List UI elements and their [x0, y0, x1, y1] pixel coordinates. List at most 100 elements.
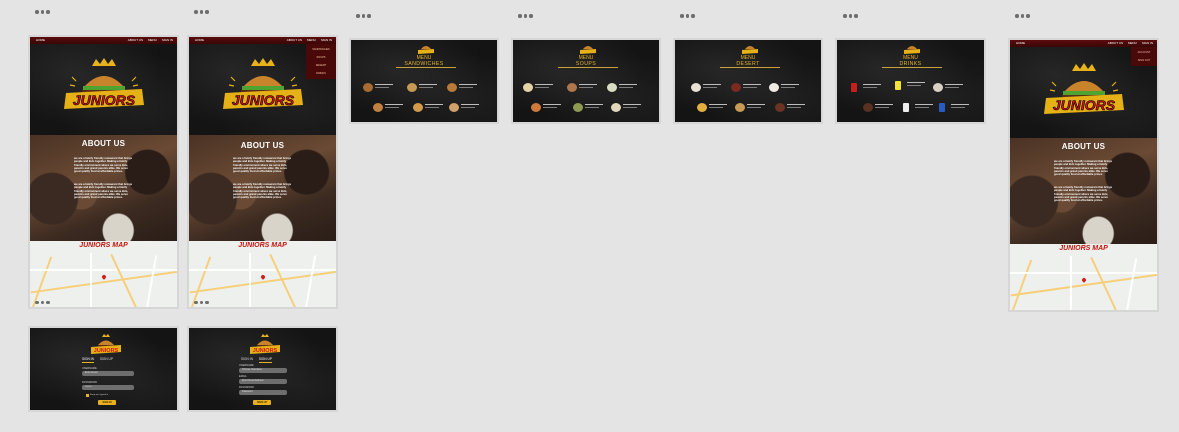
about-section: ABOUT US we are a family friendly restau… — [189, 135, 336, 241]
artboard-menu-drinks[interactable]: MENU DRINKS — [835, 38, 986, 124]
about-paragraph-2: we are a family friendly restaurant that… — [74, 183, 133, 200]
artboard-menu-icon[interactable] — [518, 14, 533, 18]
artboard-menu-icon[interactable] — [35, 10, 50, 14]
tab-sign-up[interactable]: SIGN UP — [258, 357, 272, 363]
artboard-menu-desert[interactable]: MENU DESERT — [673, 38, 823, 124]
menu-item[interactable] — [731, 82, 771, 94]
brand-name: JUNIORS — [1053, 97, 1116, 113]
nav-signin-link[interactable]: SIGN IN — [162, 37, 173, 44]
map-title: JUNIORS MAP — [1059, 245, 1108, 252]
menu-item[interactable] — [895, 80, 935, 92]
menu-item[interactable] — [863, 102, 903, 114]
menu-item[interactable] — [933, 82, 973, 94]
nav-menu-link[interactable]: MENU — [148, 37, 157, 44]
nav-about-link[interactable]: ABOUT US — [1108, 40, 1123, 47]
map-pin-icon[interactable] — [1081, 277, 1087, 283]
dropdown-item-desert[interactable]: DESERT — [316, 64, 326, 67]
email-label: EMAIL — [239, 375, 247, 378]
menu-item[interactable] — [363, 82, 403, 94]
dropdown-item-soups[interactable]: SOUPS — [316, 56, 325, 59]
menu-item[interactable] — [447, 82, 487, 94]
menu-item[interactable] — [373, 102, 413, 114]
more-dots-icon[interactable] — [35, 300, 50, 304]
menu-item[interactable] — [573, 102, 613, 114]
brand-name: JUNIORS — [94, 348, 119, 354]
menu-item[interactable] — [851, 82, 891, 94]
map-pin-icon[interactable] — [260, 274, 266, 280]
menu-item[interactable] — [691, 82, 731, 94]
about-title: ABOUT US — [240, 141, 285, 150]
about-title: ABOUT US — [81, 139, 126, 148]
artboard-menu-icon[interactable] — [843, 14, 858, 18]
dropdown-item-sandwiches[interactable]: SANDWICHES — [312, 48, 330, 51]
nav-signin-link[interactable]: SIGN IN — [1142, 40, 1153, 47]
artboard-menu-icon[interactable] — [1015, 14, 1030, 18]
menu-item[interactable] — [449, 102, 489, 114]
password-field[interactable]: Password — [239, 390, 287, 395]
map-section[interactable]: JUNIORS MAP — [189, 241, 336, 307]
artboard-sign-up[interactable]: JUNIORS SIGN IN SIGN UP USERNAME Choose … — [187, 326, 338, 412]
map-pin-icon[interactable] — [101, 274, 107, 280]
menu-item[interactable] — [697, 102, 737, 114]
about-paragraph-1: we are a family friendly restaurant that… — [233, 157, 292, 174]
artboard-menu-icon[interactable] — [680, 14, 695, 18]
nav-menu-link[interactable]: MENU — [1128, 40, 1137, 47]
more-dots-icon[interactable] — [194, 300, 209, 304]
menu-item[interactable] — [939, 102, 979, 114]
artboard-home[interactable]: HOME ABOUT US MENU SIGN IN JUNIORS ABOUT… — [28, 35, 179, 309]
hero-section: HOME ABOUT US MENU SIGN IN SANDWICHES SO… — [189, 37, 336, 135]
nav-home-link[interactable]: HOME — [1016, 40, 1025, 47]
menu-item[interactable] — [567, 82, 607, 94]
tab-sign-in[interactable]: SIGN IN — [241, 357, 253, 363]
menu-item[interactable] — [413, 102, 453, 114]
menu-item[interactable] — [769, 82, 809, 94]
artboard-menu-sandwiches[interactable]: MENU SANDWICHES — [349, 38, 499, 124]
nav-about-link[interactable]: ABOUT US — [287, 37, 302, 44]
dropdown-item-account[interactable]: ACCOUNT — [1138, 51, 1151, 54]
site-navbar: HOME ABOUT US MENU SIGN IN — [30, 37, 177, 44]
nav-menu-link[interactable]: MENU — [307, 37, 316, 44]
menu-item[interactable] — [903, 102, 943, 114]
remember-checkbox[interactable] — [86, 394, 89, 397]
password-label: PASSWORD — [239, 386, 254, 389]
password-field[interactable]: •••••••• — [82, 385, 134, 390]
sign-in-button[interactable]: SIGN IN — [98, 400, 116, 405]
nav-signin-link[interactable]: SIGN IN — [321, 37, 332, 44]
map-title: JUNIORS MAP — [238, 242, 287, 249]
about-section: ABOUT US we are a family friendly restau… — [30, 135, 177, 241]
tab-sign-up[interactable]: SIGN UP — [100, 357, 113, 363]
username-field[interactable]: Choose Username — [239, 368, 287, 373]
artboard-menu-icon[interactable] — [194, 10, 209, 14]
nav-about-link[interactable]: ABOUT US — [128, 37, 143, 44]
juniors-logo: JUNIORS — [223, 58, 303, 109]
brand-name: JUNIORS — [232, 92, 295, 108]
email-field[interactable]: Enter Email Address — [239, 379, 287, 384]
mini-logo-icon — [580, 46, 596, 54]
menu-item[interactable] — [407, 82, 447, 94]
menu-item[interactable] — [735, 102, 775, 114]
mini-logo-icon — [904, 46, 920, 54]
menu-item[interactable] — [523, 82, 563, 94]
sign-up-button[interactable]: SIGN UP — [253, 400, 271, 405]
account-dropdown: ACCOUNT SIGN OUT — [1131, 47, 1157, 66]
map-section[interactable]: JUNIORS MAP — [1010, 244, 1157, 310]
menu-item[interactable] — [607, 82, 647, 94]
menu-item[interactable] — [775, 102, 815, 114]
tab-sign-in[interactable]: SIGN IN — [82, 357, 94, 363]
artboard-home-dropdown[interactable]: HOME ABOUT US MENU SIGN IN SANDWICHES SO… — [187, 35, 338, 309]
nav-home-link[interactable]: HOME — [195, 37, 204, 44]
artboard-home-account[interactable]: HOME ABOUT US MENU SIGN IN ACCOUNT SIGN … — [1008, 38, 1159, 312]
remember-label: Keep me signed in — [90, 393, 109, 396]
menu-item[interactable] — [611, 102, 651, 114]
dropdown-item-drinks[interactable]: DRINKS — [316, 72, 326, 75]
username-field[interactable]: Enter Email — [82, 371, 134, 376]
map-section[interactable]: JUNIORS MAP — [30, 241, 177, 307]
artboard-menu-soups[interactable]: MENU SOUPS — [511, 38, 661, 124]
menu-item[interactable] — [531, 102, 571, 114]
nav-home-link[interactable]: HOME — [36, 37, 45, 44]
artboard-menu-icon[interactable] — [356, 14, 371, 18]
dropdown-item-signout[interactable]: SIGN OUT — [1138, 59, 1151, 62]
about-section: ABOUT US we are a family friendly restau… — [1010, 138, 1157, 244]
artboard-sign-in[interactable]: JUNIORS SIGN IN SIGN UP USERNAME Enter E… — [28, 326, 179, 412]
juniors-logo: JUNIORS — [64, 58, 144, 109]
